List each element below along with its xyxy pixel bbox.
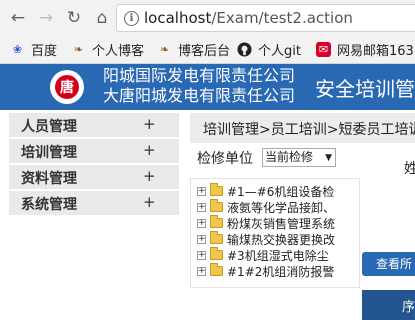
tree-node-label: 输煤热交换器更换改 [227, 232, 336, 247]
bookmark-git[interactable]: 个人git [237, 39, 301, 59]
bookmark-label: 博客后台 [178, 43, 231, 59]
company-line1: 阳城国际发电有限责任公司 [103, 66, 296, 85]
company-name: 阳城国际发电有限责任公司 大唐阳城发电有限责任公司 [103, 66, 295, 106]
bookmark-label: 网易邮箱163 [337, 43, 414, 59]
address-bar[interactable]: i localhost/Exam/test2.action [116, 4, 415, 32]
expand-icon[interactable]: + [143, 167, 156, 185]
mail-icon: ✉ [316, 41, 331, 57]
bookmark-label: 个人博客 [92, 43, 145, 59]
tree-node[interactable]: + 液氨等化学品接卸、 [197, 199, 335, 215]
sidebar-item-materials[interactable]: 资料管理 + [9, 165, 179, 191]
url-host: localhost [144, 9, 212, 27]
back-button[interactable]: ← [7, 7, 29, 29]
tree-node[interactable]: + 粉煤灰销售管理系统 [197, 215, 335, 231]
sidebar-item-label: 人员管理 [21, 119, 77, 135]
breadcrumb: 培训管理>员工培训>短委员工培训 [190, 113, 415, 143]
folder-icon [210, 247, 223, 260]
sidebar-item-label: 培训管理 [21, 145, 77, 161]
tree-node-label: 液氨等化学品接卸、 [227, 200, 336, 215]
folder-icon [210, 199, 223, 212]
expand-icon[interactable]: + [197, 250, 206, 260]
scroll-icon: ❧ [159, 42, 170, 56]
sidebar: 人员管理 + 培训管理 + 资料管理 + 系统管理 + [9, 113, 179, 217]
expand-icon[interactable]: + [143, 193, 156, 211]
tree-node-label: #3机组湿式电除尘 [227, 248, 329, 263]
company-line2: 大唐阳城发电有限责任公司 [103, 86, 296, 105]
site-title: 安全培训管 [315, 77, 415, 101]
bookmark-mail163[interactable]: ✉ 网易邮箱163 [316, 39, 414, 59]
expand-icon[interactable]: + [143, 115, 156, 133]
dropdown-arrow-icon: ▼ [325, 153, 332, 163]
sidebar-item-label: 资料管理 [21, 171, 77, 187]
tree-node[interactable]: + 输煤热交换器更换改 [197, 231, 335, 247]
filter-select-value: 当前检修 [265, 150, 314, 164]
folder-icon [210, 231, 223, 244]
home-button[interactable]: ⌂ [91, 7, 113, 29]
project-tree: + #1—#6机组设备检 + 液氨等化学品接卸、 + 粉煤灰销售管理系统 + 输… [190, 178, 360, 288]
name-column-label: 姓 [404, 161, 415, 177]
bookmark-blog[interactable]: ❧ 个人博客 [71, 39, 144, 59]
company-logo: 唐 [50, 70, 84, 104]
expand-icon[interactable]: + [197, 202, 206, 212]
tree-node-label: 粉煤灰销售管理系统 [227, 216, 336, 231]
filter-label: 检修单位 [197, 151, 253, 167]
bookmark-label: 百度 [31, 43, 58, 59]
expand-icon[interactable]: + [197, 234, 206, 244]
browser-toolbar: ← → ↻ ⌂ i localhost/Exam/test2.action ❀ … [0, 0, 415, 64]
bookmark-baidu[interactable]: ❀ 百度 [10, 39, 57, 59]
expand-icon[interactable]: + [197, 266, 206, 276]
folder-icon [210, 263, 223, 276]
sidebar-item-training[interactable]: 培训管理 + [9, 139, 179, 165]
tree-node[interactable]: + #1#2机组消防报警 [197, 263, 334, 279]
expand-icon[interactable]: + [197, 186, 206, 196]
expand-icon[interactable]: + [197, 218, 206, 228]
sidebar-item-personnel[interactable]: 人员管理 + [9, 113, 179, 139]
folder-icon [210, 183, 223, 196]
sidebar-item-system[interactable]: 系统管理 + [9, 191, 179, 217]
folder-icon [210, 215, 223, 228]
bookmark-blog-admin[interactable]: ❧ 博客后台 [157, 39, 230, 59]
forward-button[interactable]: → [35, 7, 57, 29]
site-header: 唐 阳城国际发电有限责任公司 大唐阳城发电有限责任公司 安全培训管 [0, 64, 415, 110]
paw-icon: ❀ [12, 42, 23, 56]
bookmarks-bar: ❀ 百度 ❧ 个人博客 ❧ 博客后台 个人git ✉ 网易邮箱163 [0, 37, 415, 61]
breadcrumb-text: 培训管理>员工培训>短委员工培训 [203, 122, 415, 138]
tree-node-label: #1—#6机组设备检 [227, 184, 335, 199]
bookmark-label: 个人git [258, 43, 301, 59]
expand-icon[interactable]: + [143, 141, 156, 159]
filter-select[interactable]: 当前检修 ▼ [262, 148, 336, 167]
url-path: /Exam/test2.action [211, 9, 353, 27]
tree-node[interactable]: + #3机组湿式电除尘 [197, 247, 329, 263]
scroll-icon: ❧ [73, 42, 84, 56]
table-header: 序 [362, 290, 415, 320]
column-header-index: 序 [402, 300, 415, 315]
info-icon[interactable]: i [124, 11, 139, 26]
github-icon [237, 41, 252, 57]
tree-node-label: #1#2机组消防报警 [227, 264, 335, 279]
sidebar-item-label: 系统管理 [21, 197, 77, 213]
logo-glyph: 唐 [55, 75, 79, 99]
reload-button[interactable]: ↻ [63, 7, 85, 29]
view-all-button[interactable]: 查看所 [362, 252, 415, 276]
tree-node[interactable]: + #1—#6机组设备检 [197, 183, 334, 199]
url-text[interactable]: localhost/Exam/test2.action [144, 9, 353, 27]
